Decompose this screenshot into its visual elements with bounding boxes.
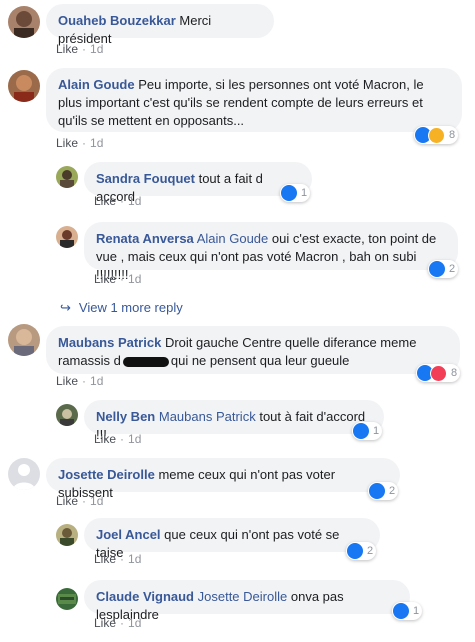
like-reaction-icon <box>393 603 409 619</box>
commenter-name[interactable]: Claude Vignaud <box>96 589 194 604</box>
comment-bubble: Ouaheb Bouzekkar Merci président <box>46 4 274 46</box>
love-reaction-icon <box>430 364 447 382</box>
reaction-summary[interactable]: 8 <box>414 126 459 144</box>
timestamp[interactable]: 1d <box>90 374 103 388</box>
like-reaction-icon <box>281 185 297 201</box>
reaction-count: 8 <box>449 129 456 141</box>
reply-arrow-icon: ↪ <box>60 300 71 315</box>
commenter-name[interactable]: Sandra Fouquet <box>96 171 195 186</box>
comment-actions: Like · 1d <box>56 494 104 508</box>
reaction-summary[interactable]: 1 <box>352 422 383 440</box>
comment-text: qui ne pensent qua leur gueule <box>170 353 350 368</box>
like-reaction-icon <box>347 543 363 559</box>
redaction-mark <box>122 356 169 367</box>
avatar[interactable] <box>8 6 40 38</box>
comment-bubble: Alain Goude Peu importe, si les personne… <box>46 68 462 132</box>
timestamp[interactable]: 1d <box>90 136 103 150</box>
reaction-count: 8 <box>451 367 458 379</box>
comment-bubble: Josette Deirolle meme ceux qui n'ont pas… <box>46 458 400 500</box>
comment-actions: Like · 1d <box>56 374 104 388</box>
commenter-name[interactable]: Joel Ancel <box>96 527 161 542</box>
like-reaction-icon <box>353 423 369 439</box>
like-link[interactable]: Like <box>94 432 116 446</box>
reaction-summary[interactable]: 1 <box>392 602 423 620</box>
timestamp[interactable]: 1d <box>90 42 103 56</box>
view-more-replies-link[interactable]: ↪ View 1 more reply <box>60 300 183 316</box>
reply-bubble: Nelly Ben Maubans Patrick tout à fait d'… <box>84 400 384 442</box>
timestamp[interactable]: 1d <box>128 194 141 208</box>
like-link[interactable]: Like <box>56 136 78 150</box>
commenter-name[interactable]: Alain Goude <box>58 77 135 92</box>
like-reaction-icon <box>369 483 385 499</box>
mention-link[interactable]: Maubans Patrick <box>159 409 256 424</box>
like-link[interactable]: Like <box>56 374 78 388</box>
commenter-name[interactable]: Renata Anversa <box>96 231 194 246</box>
avatar[interactable] <box>56 524 78 546</box>
comment-actions: Like · 1d <box>94 272 142 286</box>
commenter-name[interactable]: Nelly Ben <box>96 409 155 424</box>
like-link[interactable]: Like <box>94 272 116 286</box>
commenter-name[interactable]: Josette Deirolle <box>58 467 155 482</box>
reaction-count: 2 <box>449 263 456 275</box>
mention-link[interactable]: Josette Deirolle <box>198 589 288 604</box>
reply-bubble: Claude Vignaud Josette Deirolle onva pas… <box>84 580 410 622</box>
timestamp[interactable]: 1d <box>128 272 141 286</box>
sad-reaction-icon <box>428 126 445 144</box>
reaction-summary[interactable]: 2 <box>346 542 377 560</box>
comment-actions: Like · 1d <box>94 552 142 566</box>
reaction-count: 1 <box>413 605 420 617</box>
reaction-count: 2 <box>367 545 374 557</box>
avatar[interactable] <box>56 404 78 426</box>
reaction-count: 2 <box>389 485 396 497</box>
comment-bubble: Maubans Patrick Droit gauche Centre quel… <box>46 326 460 374</box>
avatar[interactable] <box>8 324 40 356</box>
avatar[interactable] <box>56 166 78 188</box>
reply-bubble: Sandra Fouquet tout a fait d accord <box>84 162 312 204</box>
reaction-count: 1 <box>373 425 380 437</box>
avatar[interactable] <box>8 70 40 102</box>
like-link[interactable]: Like <box>94 616 116 630</box>
reaction-summary[interactable]: 2 <box>368 482 399 500</box>
mention-link[interactable]: Alain Goude <box>197 231 269 246</box>
reply-bubble: Joel Ancel que ceux qui n'ont pas voté s… <box>84 518 380 560</box>
avatar[interactable] <box>56 226 78 248</box>
reaction-summary[interactable]: 1 <box>280 184 311 202</box>
timestamp[interactable]: 1d <box>128 552 141 566</box>
like-link[interactable]: Like <box>56 42 78 56</box>
timestamp[interactable]: 1d <box>128 616 141 630</box>
like-link[interactable]: Like <box>94 194 116 208</box>
like-link[interactable]: Like <box>94 552 116 566</box>
reaction-summary[interactable]: 2 <box>428 260 459 278</box>
reply-bubble: Renata Anversa Alain Goude oui c'est exa… <box>84 222 458 282</box>
comment-actions: Like · 1d <box>94 194 142 208</box>
reaction-summary[interactable]: 8 <box>416 364 461 382</box>
timestamp[interactable]: 1d <box>90 494 103 508</box>
like-reaction-icon <box>429 261 445 277</box>
commenter-name[interactable]: Ouaheb Bouzekkar <box>58 13 176 28</box>
like-link[interactable]: Like <box>56 494 78 508</box>
timestamp[interactable]: 1d <box>128 432 141 446</box>
comment-actions: Like · 1d <box>56 42 104 56</box>
comment-actions: Like · 1d <box>94 432 142 446</box>
comment-actions: Like · 1d <box>56 136 104 150</box>
comment-actions: Like · 1d <box>94 616 142 630</box>
reaction-count: 1 <box>301 187 308 199</box>
default-avatar-icon[interactable] <box>8 458 40 490</box>
avatar[interactable] <box>56 588 78 610</box>
commenter-name[interactable]: Maubans Patrick <box>58 335 161 350</box>
